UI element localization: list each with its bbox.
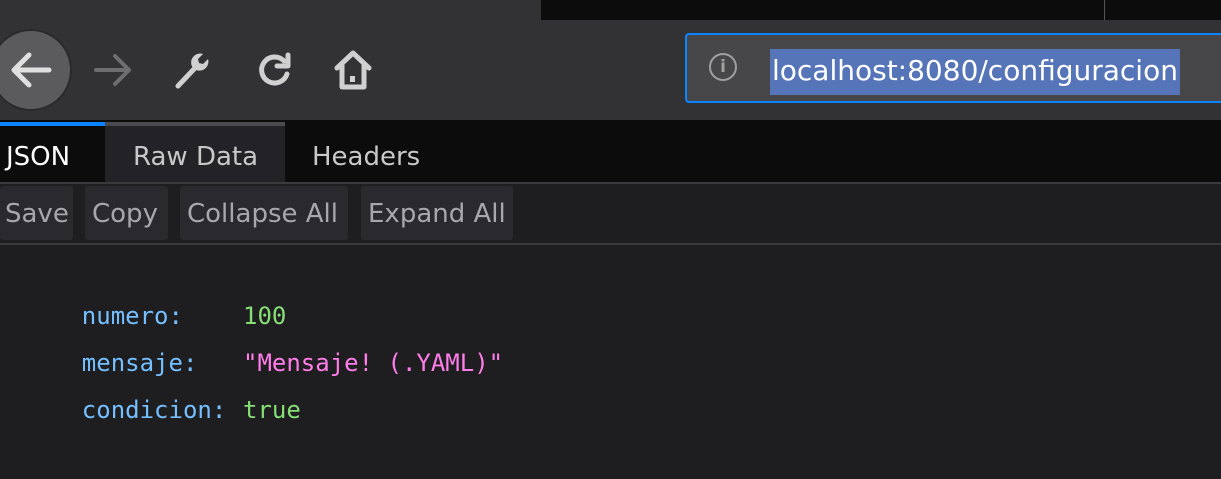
navigation-toolbar: i localhost:8080/configuracion bbox=[0, 20, 1221, 120]
tab-strip bbox=[541, 0, 1221, 20]
developer-tools-button[interactable] bbox=[153, 30, 233, 110]
tab-headers[interactable]: Headers bbox=[285, 122, 455, 182]
viewer-tabs: JSON Raw Data Headers bbox=[0, 120, 1221, 184]
json-viewer: numero: 100 mensaje: "Mensaje! (.YAML)" co… bbox=[0, 245, 1221, 424]
json-row: numero: 100 bbox=[24, 247, 287, 330]
copy-button[interactable]: Copy bbox=[85, 186, 168, 240]
save-button[interactable]: Save bbox=[0, 186, 73, 240]
json-value: true bbox=[243, 396, 301, 424]
expand-all-button[interactable]: Expand All bbox=[361, 186, 513, 240]
url-text[interactable]: localhost:8080/configuracion bbox=[770, 49, 1180, 95]
address-bar[interactable]: i localhost:8080/configuracion bbox=[685, 33, 1221, 103]
info-icon[interactable]: i bbox=[709, 53, 737, 81]
collapse-all-button[interactable]: Collapse All bbox=[180, 186, 348, 240]
json-value: 100 bbox=[243, 302, 287, 330]
back-button[interactable] bbox=[0, 29, 72, 111]
back-arrow-icon bbox=[9, 50, 53, 90]
wrench-icon bbox=[173, 50, 213, 90]
json-row: condicion: true bbox=[24, 341, 301, 424]
json-value: "Mensaje! (.YAML)" bbox=[243, 349, 504, 377]
tab-divider bbox=[1104, 0, 1105, 20]
tab-raw-data[interactable]: Raw Data bbox=[105, 122, 285, 182]
reload-button[interactable] bbox=[235, 30, 315, 110]
home-button[interactable] bbox=[313, 30, 393, 110]
forward-arrow-icon bbox=[93, 51, 133, 89]
reload-icon bbox=[255, 50, 295, 90]
tab-json[interactable]: JSON bbox=[0, 122, 105, 182]
forward-button[interactable] bbox=[73, 30, 153, 110]
home-icon bbox=[333, 49, 373, 91]
json-toolbar: Save Copy Collapse All Expand All bbox=[0, 184, 1221, 245]
json-row: mensaje: "Mensaje! (.YAML)" bbox=[24, 294, 503, 377]
